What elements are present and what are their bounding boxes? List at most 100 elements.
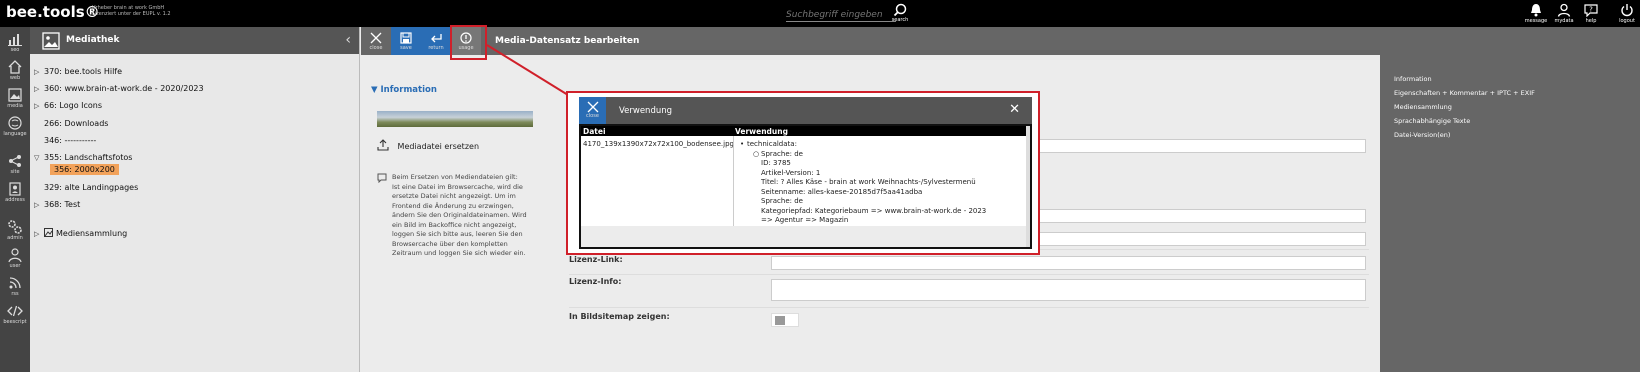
site-icon — [9, 155, 21, 167]
nav-media[interactable]: media — [0, 87, 30, 109]
dialog-close-button[interactable]: close — [579, 97, 606, 124]
usage-details: ○ Sprache: de ID: 3785 Artikel-Version: … — [753, 149, 987, 226]
mydata-button[interactable]: mydata — [1550, 3, 1578, 24]
nav-beescript-label: beescript — [3, 319, 27, 325]
tree-item[interactable]: ▷ 370: bee.tools Hilfe — [34, 67, 122, 79]
information-section-toggle[interactable]: ▼ Information — [371, 85, 437, 95]
section-link-language-texts[interactable]: Sprachabhängige Texte — [1394, 117, 1470, 125]
save-label: save — [400, 45, 412, 51]
tree-item[interactable]: ▷ 368: Test — [34, 200, 80, 212]
hint-text: Beim Ersetzen von Mediendateien gilt: Is… — [392, 173, 527, 257]
search-input[interactable] — [786, 8, 896, 22]
list-bullet: • — [740, 140, 745, 148]
replace-media-label: Mediadatei ersetzen — [397, 142, 480, 151]
detail-line: Kategoriepfad: Kategoriebaum => www.brai… — [761, 206, 987, 215]
collapse-icon[interactable]: ▽ — [34, 154, 44, 162]
tree-item[interactable]: 266: Downloads — [34, 119, 108, 131]
address-icon — [9, 182, 21, 196]
collapse-panel-icon[interactable]: ‹ — [345, 32, 351, 48]
save-button[interactable]: save — [391, 27, 421, 55]
tree-item[interactable]: 346: ----------- — [34, 136, 96, 148]
detail-line: Artikel-Version: 1 — [761, 168, 821, 177]
nav-language[interactable]: language — [0, 115, 30, 137]
nav-admin[interactable]: admin — [0, 219, 30, 241]
search-button[interactable]: search — [889, 3, 911, 23]
page-title: Media-Datensatz bearbeiten — [495, 36, 640, 46]
detail-line: ID: 3785 — [761, 159, 791, 167]
user-icon — [8, 248, 22, 263]
information-heading: Information — [380, 85, 437, 95]
replace-media-button[interactable]: Mediadatei ersetzen — [377, 139, 479, 151]
bell-icon — [1531, 4, 1541, 17]
cell-divider — [733, 136, 734, 226]
logout-button[interactable]: logout — [1614, 3, 1640, 24]
return-label: return — [428, 45, 444, 51]
divider — [569, 274, 1369, 275]
dialog-scrollbar[interactable] — [1026, 126, 1030, 247]
lizenz-link-field[interactable] — [771, 256, 1366, 270]
nav-user[interactable]: user — [0, 247, 30, 269]
tree-item-label: 329: alte Landingpages — [44, 183, 139, 192]
save-icon — [400, 32, 412, 44]
usage-highlight-box — [450, 25, 487, 60]
tree-item-label: Mediensammlung — [56, 229, 128, 238]
tree-item[interactable]: 329: alte Landingpages — [34, 183, 138, 195]
close-button[interactable]: close — [361, 27, 391, 55]
nav-site-label: site — [10, 169, 20, 175]
expand-icon[interactable]: ▷ — [34, 201, 44, 209]
web-icon — [8, 60, 22, 74]
close-icon — [587, 101, 598, 113]
edit-toolbar: close save return usage Media-Datensatz … — [361, 27, 1640, 55]
help-button[interactable]: ? help — [1577, 3, 1605, 24]
bildsitemap-toggle[interactable] — [771, 313, 799, 327]
dialog-close-label: close — [586, 113, 599, 119]
expand-icon[interactable]: ▷ — [34, 230, 44, 238]
return-button[interactable]: return — [421, 27, 451, 55]
lizenz-link-label: Lizenz-Link: — [569, 255, 623, 264]
detail-line: Sprache: de — [761, 149, 803, 158]
app-logo[interactable]: bee.tools® — [6, 3, 100, 21]
section-link-file-versions[interactable]: Datei-Version(en) — [1394, 131, 1450, 139]
tree-item-label: 355: Landschaftsfotos — [44, 153, 133, 162]
tree-item-label: 356: 2000x200 — [50, 164, 119, 175]
dialog-x-icon[interactable]: ✕ — [1009, 102, 1020, 117]
language-icon — [8, 116, 22, 130]
nav-web[interactable]: web — [0, 59, 30, 81]
usage-list: • technicaldata: ○ Sprache: de ID: 3785 … — [740, 140, 987, 226]
lizenz-info-field[interactable] — [771, 279, 1366, 301]
collection-icon — [44, 228, 53, 237]
search-icon — [893, 3, 907, 17]
usage-section: technicaldata: — [747, 140, 797, 148]
tree-item[interactable]: ▷ Mediensammlung — [34, 228, 127, 240]
list-bullet: ○ — [753, 149, 760, 158]
tree-item-label: 346: ----------- — [44, 136, 97, 145]
tree-item[interactable]: ▷ 66: Logo Icons — [34, 101, 102, 113]
section-link-information[interactable]: Information — [1394, 75, 1432, 83]
media-icon — [8, 88, 22, 102]
nav-address[interactable]: address — [0, 181, 30, 203]
beescript-icon — [7, 305, 23, 317]
nav-media-label: media — [7, 103, 23, 109]
nav-rss[interactable]: rss — [0, 275, 30, 297]
section-link-properties[interactable]: Eigenschaften + Kommentar + IPTC + EXIF — [1394, 89, 1535, 97]
message-label: message — [1524, 18, 1548, 24]
nav-beescript[interactable]: beescript — [0, 303, 30, 325]
nav-seo[interactable]: seo — [0, 31, 30, 53]
user-icon — [1557, 3, 1571, 17]
message-button[interactable]: message — [1522, 3, 1550, 24]
section-link-collection[interactable]: Mediensammlung — [1394, 103, 1452, 111]
nav-language-label: language — [3, 131, 27, 137]
admin-icon — [8, 220, 22, 234]
media-library-panel: Mediathek ‹ ▷ 370: bee.tools Hilfe ▷ 360: … — [30, 27, 360, 372]
expand-icon[interactable]: ▷ — [34, 102, 44, 110]
usage-table-header: Datei Verwendung — [581, 126, 1026, 136]
tree-item[interactable]: ▷ 360: www.brain-at-work.de - 2020/2023 — [34, 84, 204, 96]
expand-icon[interactable]: ▷ — [34, 68, 44, 76]
nav-site[interactable]: site — [0, 153, 30, 175]
section-nav: Information Eigenschaften + Kommentar + … — [1380, 55, 1640, 372]
expand-icon[interactable]: ▷ — [34, 85, 44, 93]
tree-item-selected[interactable]: 356: 2000x200 — [40, 164, 119, 177]
hint-icon — [377, 173, 387, 183]
usage-filename: 4170_139x1390x72x72x100_bodensee.jpg — [583, 140, 734, 148]
usage-dialog-highlight: close Verwendung ✕ Datei Verwendung 4170… — [566, 91, 1040, 255]
